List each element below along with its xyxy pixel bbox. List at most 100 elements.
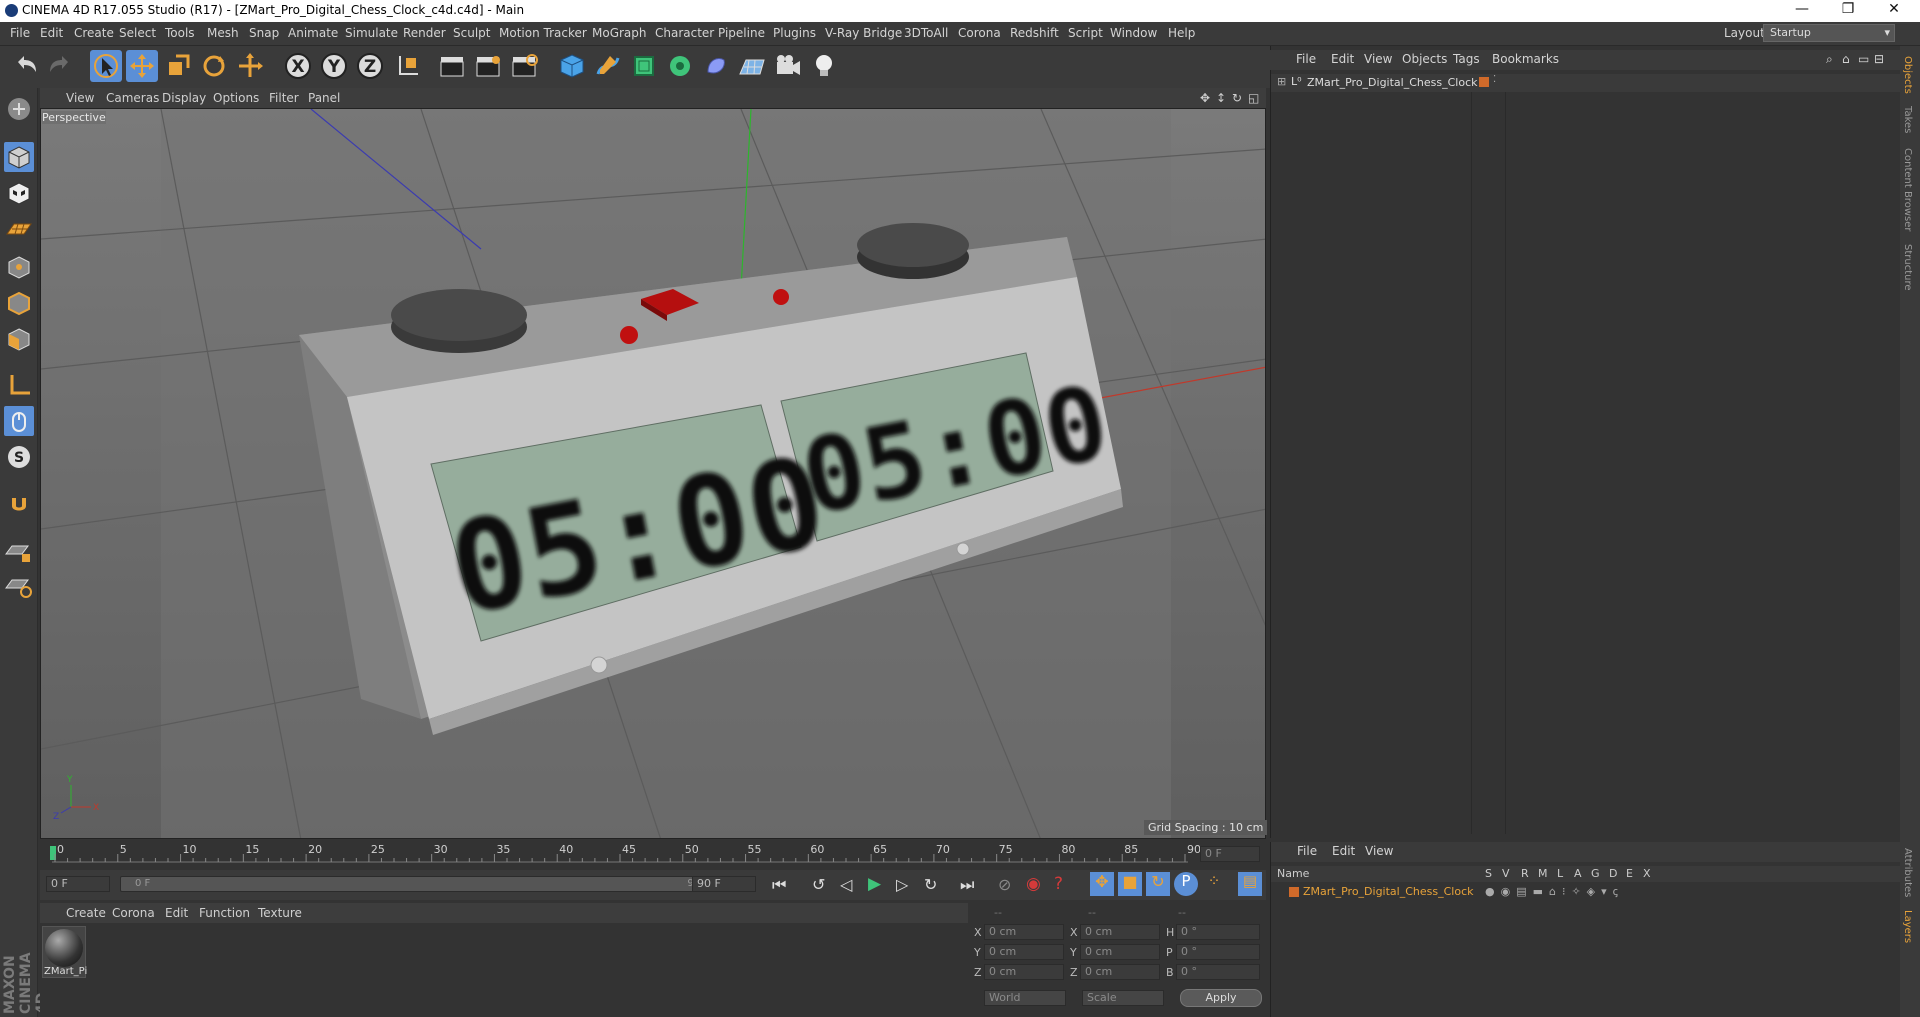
menu-corona[interactable]: Corona [958,26,1001,40]
maximize-button[interactable]: ❐ [1828,1,1868,21]
material-menu-texture[interactable]: Texture [258,906,302,920]
layer-col-deformers[interactable]: D [1609,867,1617,880]
object-name[interactable]: ZMart_Pro_Digital_Chess_Clock [1307,76,1478,89]
object-menu-objects[interactable]: Objects [1402,52,1447,66]
current-frame-field[interactable]: 0 F [1200,846,1260,862]
redo-button[interactable] [44,50,76,82]
play-icon[interactable]: ▶ [868,874,881,894]
layer-menu-file[interactable]: File [1297,844,1317,858]
layer-menu-view[interactable]: View [1365,844,1393,858]
menu-snap[interactable]: Snap [249,26,279,40]
menu-motion-tracker[interactable]: Motion Tracker [499,26,587,40]
menu-plugins[interactable]: Plugins [773,26,816,40]
object-menu-bookmarks[interactable]: Bookmarks [1492,52,1559,66]
subdivision-surface-button[interactable] [628,50,660,82]
object-menu-view[interactable]: View [1364,52,1392,66]
timeline-ruler[interactable]: 0 5 10 15 20 25 30 35 40 45 50 55 60 65 70 75 80 85 90 0 F [40,842,1266,868]
new-view-icon[interactable]: ▭ [1858,52,1869,66]
menu-create[interactable]: Create [74,26,114,40]
visibility-dots-icon[interactable]: ⁚ [1493,74,1496,85]
menu-3dtoall[interactable]: 3DToAll [904,26,948,40]
menu-vray-bridge[interactable]: V-Ray Bridge [825,26,902,40]
size-z-field[interactable]: 0 cm [1080,964,1160,980]
object-menu-file[interactable]: File [1296,52,1316,66]
layer-menu-edit[interactable]: Edit [1332,844,1355,858]
viewport-menu-view[interactable]: View [66,91,94,105]
layer-color-tag[interactable] [1479,77,1489,87]
viewport-menu-display[interactable]: Display [162,91,206,105]
light-button[interactable] [808,50,840,82]
tab-structure[interactable]: Structure [1902,244,1913,291]
scale-tool-button[interactable] [162,50,194,82]
cube-object-button[interactable] [556,50,588,82]
pen-spline-button[interactable] [592,50,624,82]
menu-sculpt[interactable]: Sculpt [453,26,490,40]
layer-col-view[interactable]: V [1502,867,1510,880]
layer-toggle-icons[interactable]: ●◉▤▬⌂⁝✧◈▾ꞔ [1485,884,1624,899]
y-axis-lock-button[interactable]: Y [318,50,350,82]
expand-icon[interactable]: ⊞ [1277,75,1286,88]
transform-tool-button[interactable] [234,50,266,82]
menu-help[interactable]: Help [1168,26,1195,40]
texture-mode-button[interactable] [4,178,34,208]
coordinate-mode-select[interactable]: Scale [1082,990,1164,1006]
viewport-menu-filter[interactable]: Filter [269,91,299,105]
cloner-button[interactable] [664,50,696,82]
axis-mode-button[interactable] [4,370,34,400]
menu-window[interactable]: Window [1110,26,1157,40]
tweak-mode-button[interactable] [4,406,34,436]
auto-keying-icon[interactable]: ◉ [1026,874,1041,894]
menu-edit[interactable]: Edit [40,26,63,40]
rotate-tool-button[interactable] [198,50,230,82]
layer-color-swatch[interactable] [1289,887,1299,897]
viewport-move-icon[interactable]: ✥ [1200,91,1210,105]
size-y-field[interactable]: 0 cm [1080,944,1160,960]
menu-redshift[interactable]: Redshift [1010,26,1059,40]
key-pla-icon[interactable]: ⁘ [1202,872,1226,896]
solo-button[interactable]: S [4,442,34,472]
object-row[interactable]: ⊞ L⁰ ZMart_Pro_Digital_Chess_Clock ⁚ [1271,74,1901,92]
perspective-viewport[interactable]: 05:00 05:00 Y X Z [40,108,1266,839]
deformer-button[interactable] [700,50,732,82]
record-keys-icon[interactable]: ⊘ [998,875,1011,894]
layer-col-manager[interactable]: M [1538,867,1548,880]
layout-select[interactable]: Startup ▾ [1763,24,1895,42]
menu-character[interactable]: Character [655,26,714,40]
live-selection-button[interactable] [90,50,122,82]
position-x-field[interactable]: 0 cm [984,924,1064,940]
key-scale-icon[interactable]: ■ [1118,872,1142,896]
render-view-button[interactable] [436,50,468,82]
next-key-icon[interactable]: ↻ [924,875,937,894]
viewport-menu-panel[interactable]: Panel [308,91,340,105]
model-mode-button[interactable] [4,142,34,172]
position-z-field[interactable]: 0 cm [984,964,1064,980]
viewport-menu-cameras[interactable]: Cameras [106,91,159,105]
edges-mode-button[interactable] [4,288,34,318]
move-tool-button[interactable] [126,50,158,82]
material-menu-function[interactable]: Function [199,906,250,920]
make-editable-button[interactable] [4,94,34,124]
material-menu-create[interactable]: Create [66,906,106,920]
layer-col-generators[interactable]: G [1591,867,1600,880]
menu-animate[interactable]: Animate [288,26,338,40]
layer-row[interactable]: ZMart_Pro_Digital_Chess_Clock ●◉▤▬⌂⁝✧◈▾ꞔ [1271,884,1901,900]
previous-key-icon[interactable]: ↺ [812,875,825,894]
apply-button[interactable]: Apply [1180,989,1262,1007]
object-menu-edit[interactable]: Edit [1331,52,1354,66]
layer-col-locked[interactable]: L [1557,867,1563,880]
tab-content-browser[interactable]: Content Browser [1902,148,1913,231]
size-x-field[interactable]: 0 cm [1080,924,1160,940]
start-frame-field[interactable]: 0 F [46,876,110,892]
previous-frame-icon[interactable]: ◁ [840,875,852,894]
tab-objects[interactable]: Objects [1902,56,1913,94]
tab-takes[interactable]: Takes [1902,106,1913,133]
material-swatch[interactable]: ZMart_Pi [42,926,87,978]
coordinate-system-button[interactable] [392,50,424,82]
tab-attributes[interactable]: Attributes [1902,848,1913,897]
render-picture-viewer-button[interactable] [472,50,504,82]
points-mode-button[interactable] [4,252,34,282]
rotation-b-field[interactable]: 0 ° [1176,964,1260,980]
keyframe-selection-icon[interactable]: ? [1054,874,1063,894]
layer-col-animation[interactable]: A [1574,867,1582,880]
menu-select[interactable]: Select [119,26,156,40]
